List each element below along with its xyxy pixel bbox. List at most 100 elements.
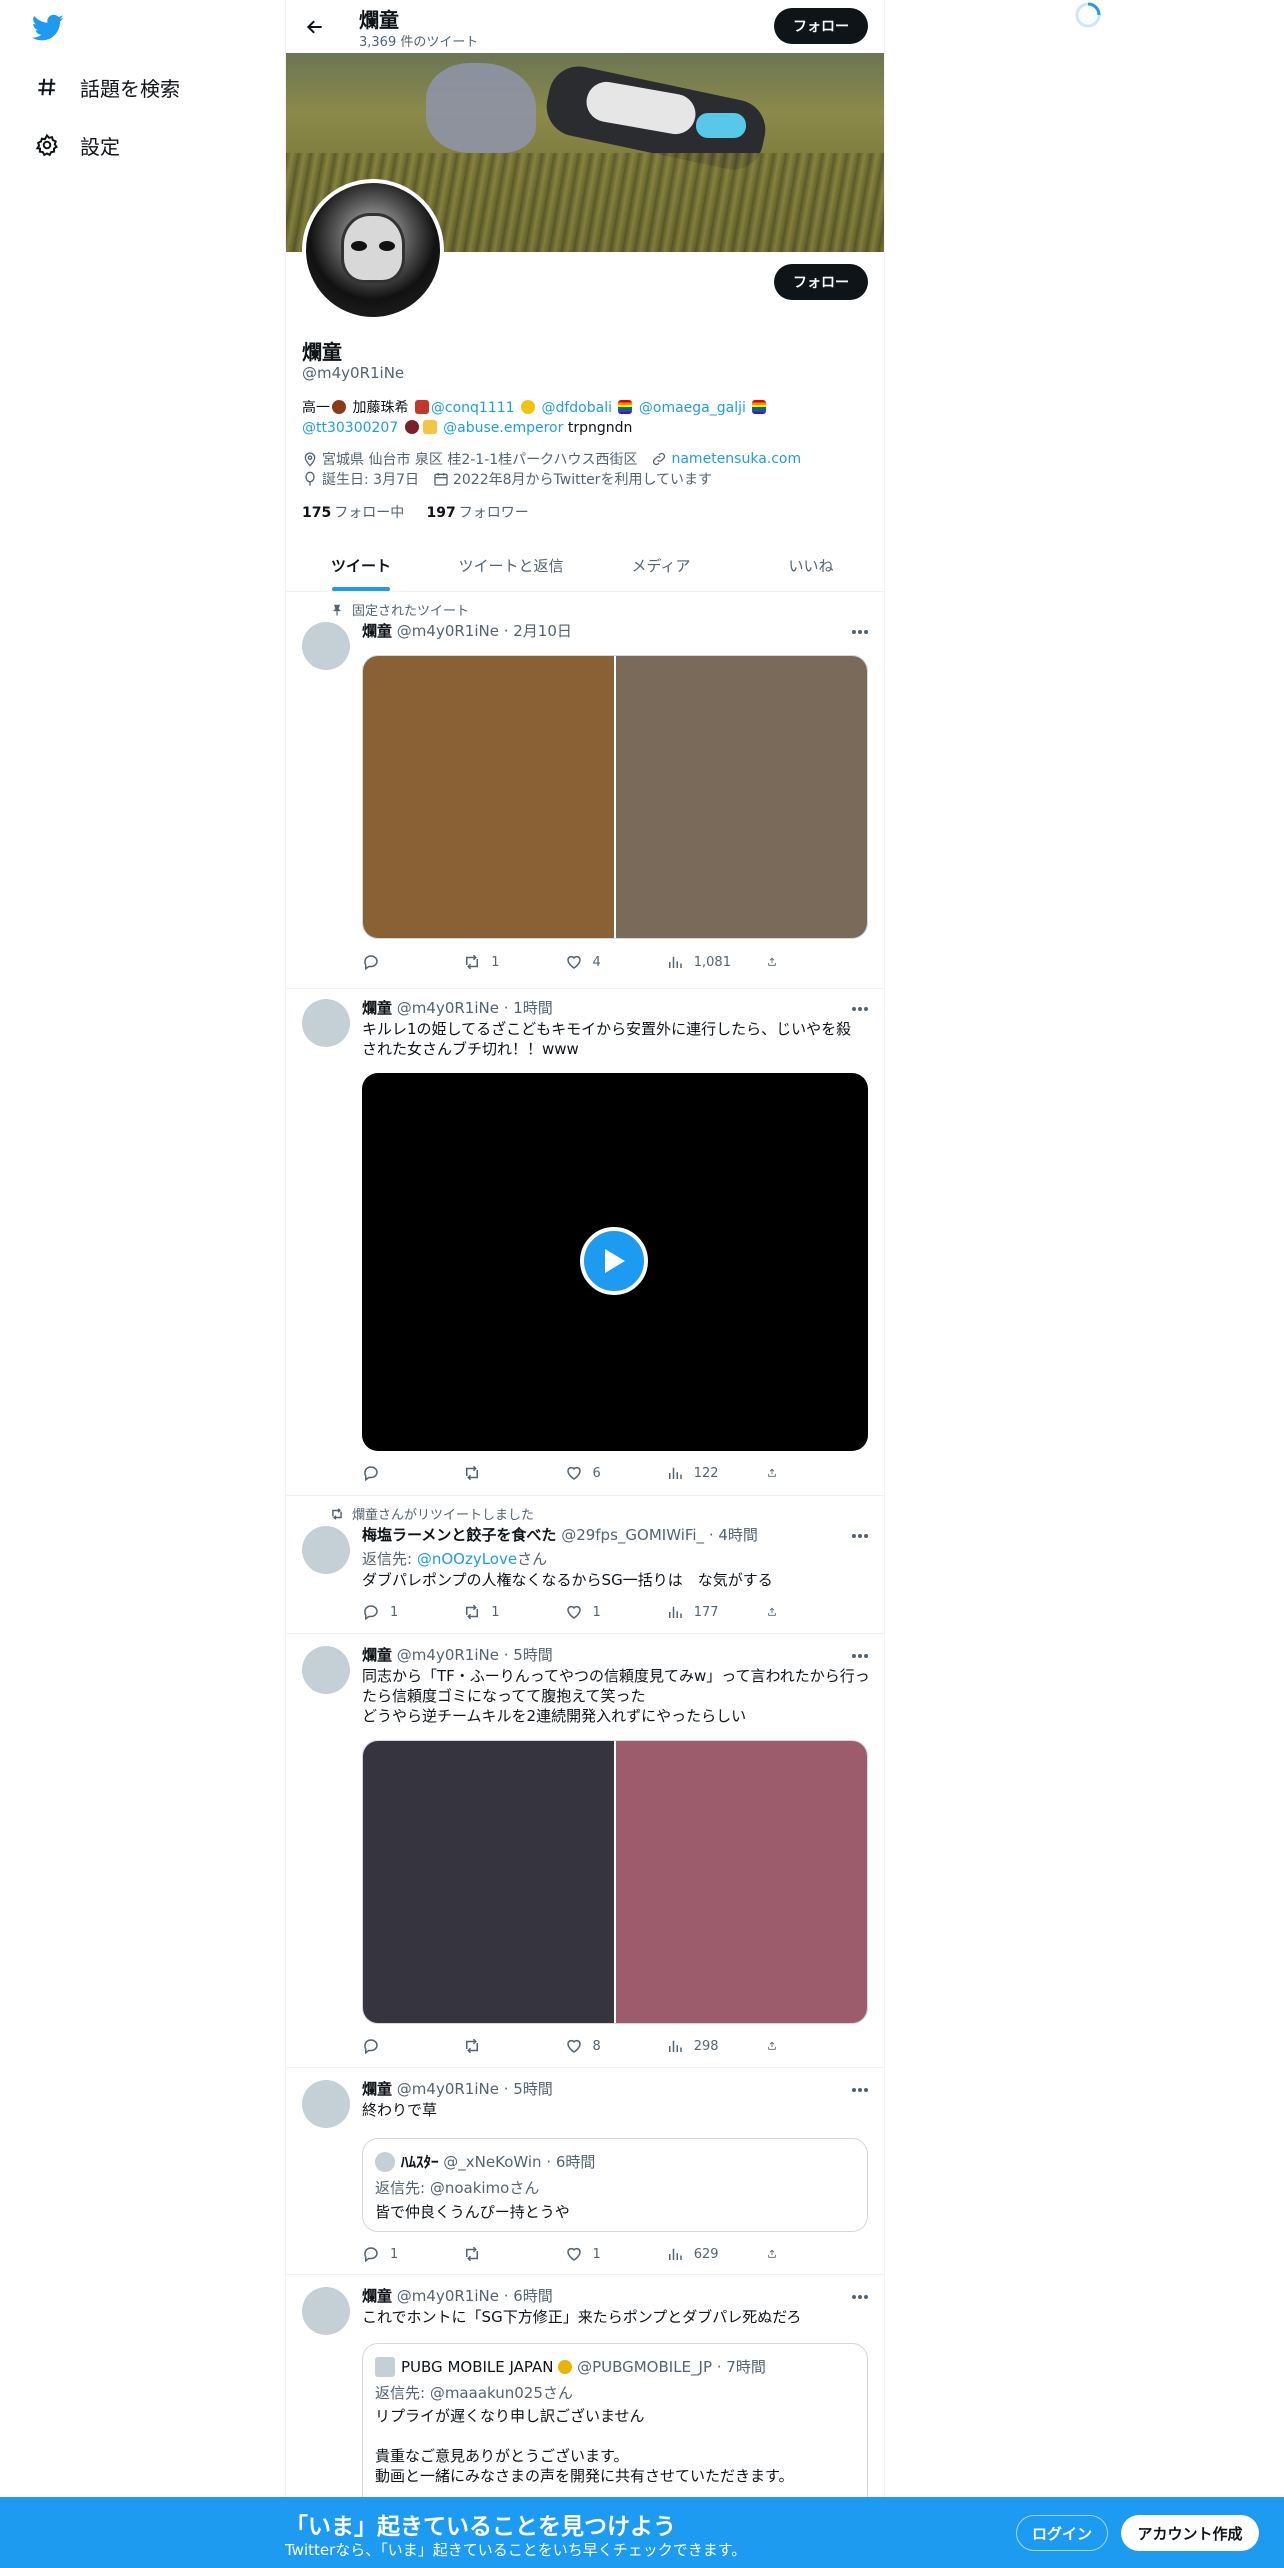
tweet-actions: 1 1 629 xyxy=(362,2244,787,2264)
avatar[interactable] xyxy=(302,999,350,1047)
more-dots-icon[interactable] xyxy=(850,622,870,642)
like-button[interactable]: 1 xyxy=(565,1602,655,1622)
header-name: 爛童 xyxy=(359,8,399,32)
tweet-header: 爛童 @m4y0R1iNe · 2月10日 xyxy=(362,620,572,641)
like-button[interactable]: 8 xyxy=(565,2036,655,2056)
header-follow-button[interactable]: フォロー xyxy=(774,8,868,44)
media-image[interactable] xyxy=(614,656,867,938)
profile-follow-button[interactable]: フォロー xyxy=(774,264,868,300)
bio-mention-link[interactable]: @conq1111 xyxy=(431,400,515,416)
retweet-button[interactable]: 1 xyxy=(463,952,553,972)
author-meta: @m4y0R1iNe · 5時間 xyxy=(396,2080,553,2098)
retweet-button[interactable] xyxy=(463,2244,553,2264)
bio-mention-link[interactable]: @dfdobali xyxy=(541,400,612,416)
share-button[interactable] xyxy=(767,2036,787,2056)
author-name[interactable]: 爛童 xyxy=(362,999,392,1017)
followers-link[interactable]: 197 フォロワー xyxy=(427,505,529,521)
tab-tweets[interactable]: ツイート xyxy=(286,539,436,591)
retweet-button[interactable] xyxy=(463,1463,553,1483)
folder-emoji-icon xyxy=(422,420,437,434)
tab-likes[interactable]: いいね xyxy=(736,539,884,591)
reply-button[interactable]: 1 xyxy=(362,2244,452,2264)
share-button[interactable] xyxy=(767,1463,787,1483)
reply-icon xyxy=(364,1466,378,1482)
twitter-logo-icon[interactable] xyxy=(31,14,64,42)
profile-header-bar: 爛童 3,369 件のツイート フォロー xyxy=(286,0,884,53)
more-dots-icon[interactable] xyxy=(850,1526,870,1546)
tweet-media[interactable] xyxy=(362,1740,868,2024)
create-account-button[interactable]: アカウント作成 xyxy=(1121,2515,1259,2551)
tab-tweets-and-replies[interactable]: ツイートと返信 xyxy=(436,539,586,591)
reply-button[interactable]: 1 xyxy=(362,1602,452,1622)
context-label: 爛童さんがリツイートしました xyxy=(352,1508,535,1523)
reply-button[interactable] xyxy=(362,952,452,972)
gear-icon xyxy=(34,132,60,158)
avatar[interactable] xyxy=(302,2080,350,2128)
quote-author-name: PUBG MOBILE JAPAN xyxy=(401,2357,554,2376)
tab-media[interactable]: メディア xyxy=(586,539,736,591)
tweet-header: 梅塩ラーメンと餃子を食べた @29fps_GOMIWiFi_ · 4時間 xyxy=(362,1524,758,1545)
more-dots-icon[interactable] xyxy=(850,2080,870,2100)
more-dots-icon[interactable] xyxy=(850,1646,870,1666)
reply-to-link[interactable]: @nOOzyLove xyxy=(417,1550,517,1568)
following-link[interactable]: 175 フォロー中 xyxy=(302,505,404,521)
nav-explore[interactable]: 話題を検索 xyxy=(34,67,180,107)
views-button[interactable]: 1,081 xyxy=(666,952,756,972)
tweet-item[interactable]: 固定されたツイート 爛童 @m4y0R1iNe · 2月10日 1 4 1,08… xyxy=(286,592,884,989)
quote-reply-line: 返信先: @maaakun025さん xyxy=(375,2384,573,2402)
like-button[interactable]: 4 xyxy=(565,952,655,972)
reply-button[interactable] xyxy=(362,1463,452,1483)
author-name[interactable]: 爛童 xyxy=(362,2080,392,2098)
media-image[interactable] xyxy=(363,656,614,938)
more-dots-icon[interactable] xyxy=(850,2287,870,2307)
tab-label: ツイートと返信 xyxy=(458,556,564,575)
play-button[interactable] xyxy=(580,1227,648,1295)
retweet-icon xyxy=(332,1507,342,1520)
more-dots-icon[interactable] xyxy=(850,999,870,1019)
views-button[interactable]: 629 xyxy=(666,2244,756,2264)
loading-spinner-icon xyxy=(1073,0,1103,30)
author-name[interactable]: 爛童 xyxy=(362,2287,392,2305)
avatar[interactable] xyxy=(302,622,350,670)
profile-avatar[interactable] xyxy=(302,179,444,321)
views-button[interactable]: 122 xyxy=(666,1463,756,1483)
tweet-video[interactable] xyxy=(362,1073,868,1451)
nav-settings[interactable]: 設定 xyxy=(34,125,120,165)
media-image[interactable] xyxy=(614,1741,867,2023)
reply-button[interactable] xyxy=(362,2036,452,2056)
author-name[interactable]: 梅塩ラーメンと餃子を食べた xyxy=(362,1526,556,1544)
tweet-item[interactable]: 爛童 @m4y0R1iNe · 5時間 終わりで草 ﾊﾑｽﾀｰ @_xNeKoW… xyxy=(286,2068,884,2275)
share-button[interactable] xyxy=(767,1602,787,1622)
author-name[interactable]: 爛童 xyxy=(362,622,392,640)
back-arrow-icon[interactable] xyxy=(298,10,332,44)
quote-author-name: ﾊﾑｽﾀｰ xyxy=(401,2153,439,2171)
tweet-item[interactable]: 爛童 @m4y0R1iNe · 5時間 同志から「TF・ふーりんってやつの信頼度… xyxy=(286,1634,884,2068)
views-button[interactable]: 177 xyxy=(666,1602,756,1622)
bio-mention-link[interactable]: @tt30300207 xyxy=(302,420,398,436)
retweet-button[interactable] xyxy=(463,2036,553,2056)
quoted-tweet[interactable]: ﾊﾑｽﾀｰ @_xNeKoWin · 6時間 返信先: @noakimoさん 皆… xyxy=(362,2138,868,2232)
avatar[interactable] xyxy=(302,2287,350,2335)
quote-author-meta: @_xNeKoWin · 6時間 xyxy=(443,2153,596,2171)
tweet-media[interactable] xyxy=(362,655,868,939)
quote-header: ﾊﾑｽﾀｰ @_xNeKoWin · 6時間 xyxy=(375,2151,595,2172)
bio-mention-link[interactable]: @omaega_galji xyxy=(639,400,746,416)
author-name[interactable]: 爛童 xyxy=(362,1646,392,1664)
quote-avatar xyxy=(375,2356,395,2377)
retweet-button[interactable]: 1 xyxy=(463,1602,553,1622)
login-button[interactable]: ログイン xyxy=(1016,2515,1108,2551)
sunflower-emoji-icon xyxy=(521,400,536,414)
views-button[interactable]: 298 xyxy=(666,2036,756,2056)
media-image[interactable] xyxy=(363,1741,614,2023)
like-button[interactable]: 1 xyxy=(565,2244,655,2264)
profile-url-link[interactable]: nametensuka.com xyxy=(671,451,801,467)
nav-settings-label: 設定 xyxy=(80,134,120,159)
avatar[interactable] xyxy=(302,1646,350,1694)
share-button[interactable] xyxy=(767,2244,787,2264)
share-button[interactable] xyxy=(767,952,787,972)
bio-mention-link[interactable]: @abuse.emperor xyxy=(443,420,563,436)
like-button[interactable]: 6 xyxy=(565,1463,655,1483)
tweet-item[interactable]: 爛童 @m4y0R1iNe · 1時間 キルレ1の姫してるざこどもキモイから安置… xyxy=(286,989,884,1496)
tweet-item[interactable]: 爛童さんがリツイートしました 梅塩ラーメンと餃子を食べた @29fps_GOMI… xyxy=(286,1496,884,1634)
avatar[interactable] xyxy=(302,1526,350,1574)
